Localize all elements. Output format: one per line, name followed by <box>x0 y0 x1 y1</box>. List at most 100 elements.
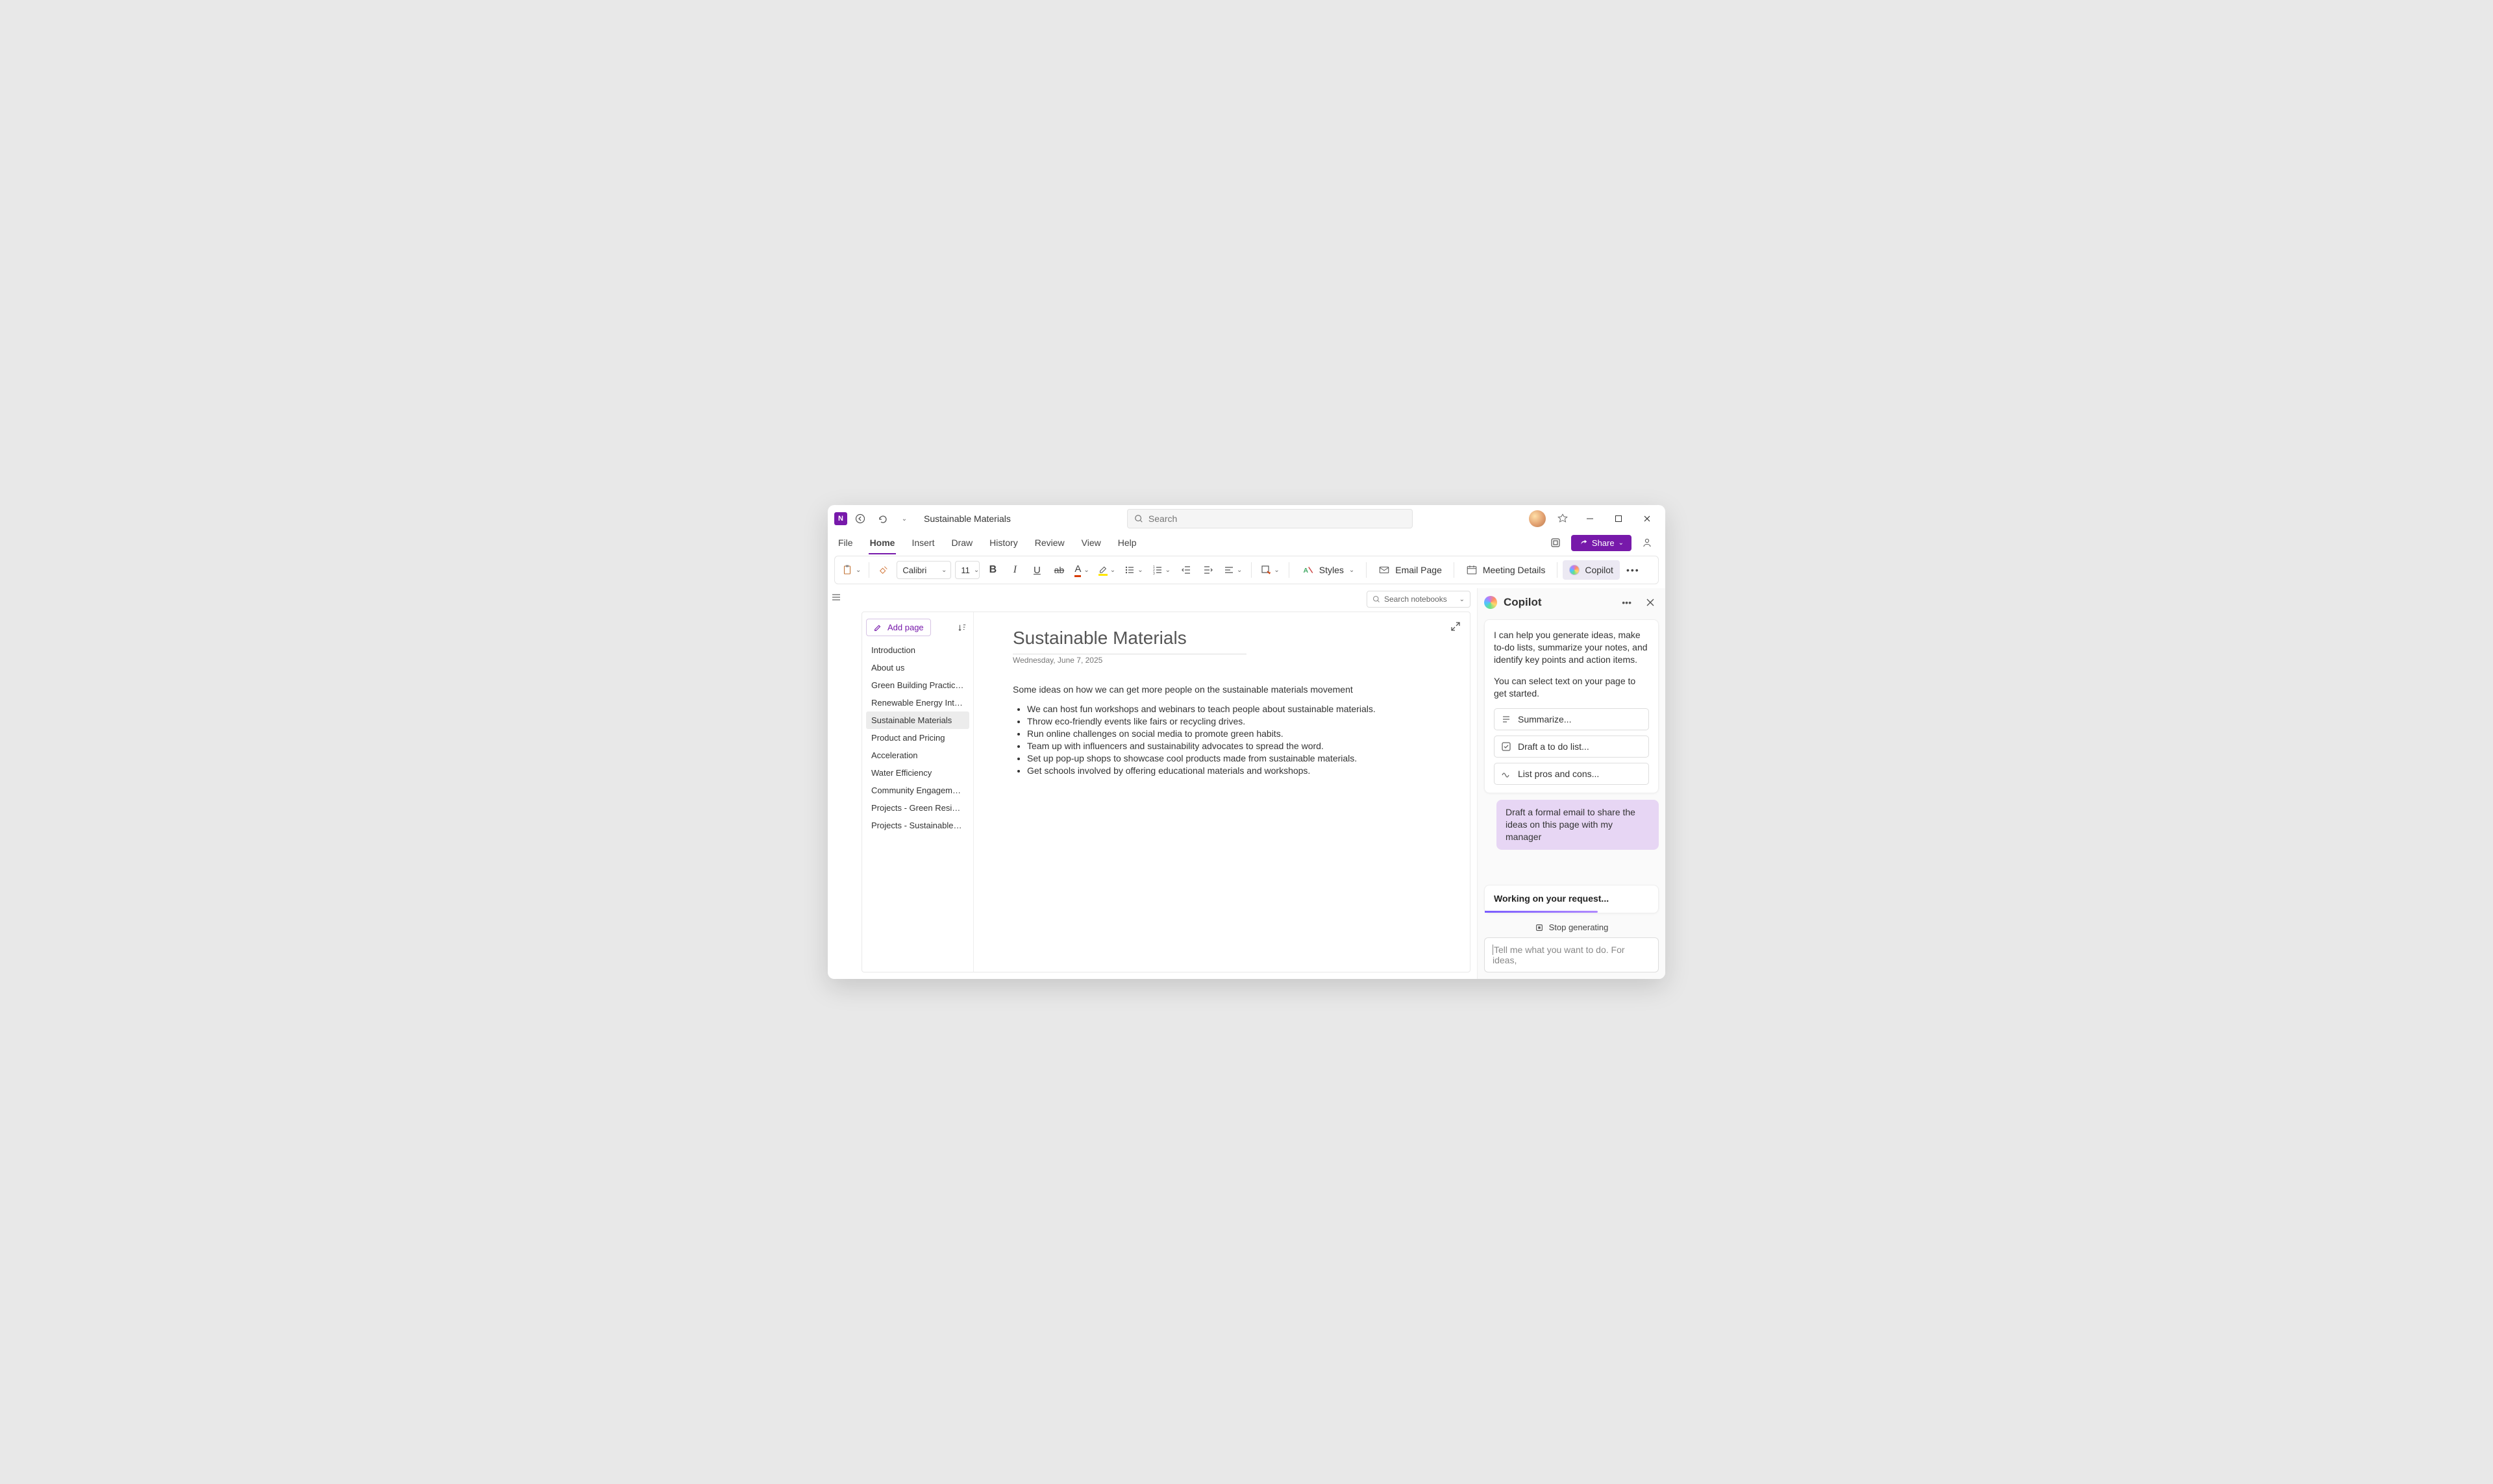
stop-icon <box>1535 923 1544 932</box>
numbering-button[interactable]: 123⌄ <box>1150 560 1173 580</box>
copilot-title: Copilot <box>1504 596 1611 609</box>
copilot-working-card: Working on your request... <box>1484 885 1659 913</box>
search-icon <box>1134 514 1143 523</box>
app-window: N ⌄ Sustainable Materials File Home Inse… <box>828 505 1665 979</box>
menu-view[interactable]: View <box>1080 534 1102 554</box>
note-bullet: We can host fun workshops and webinars t… <box>1027 704 1415 714</box>
menu-home[interactable]: Home <box>869 534 897 554</box>
list-icon <box>1501 714 1511 724</box>
page-list-item[interactable]: Renewable Energy Integr… <box>866 694 969 711</box>
menu-draw[interactable]: Draw <box>950 534 974 554</box>
note-bullet: Throw eco-friendly events like fairs or … <box>1027 716 1415 726</box>
global-search[interactable] <box>1127 509 1413 528</box>
undo-button[interactable] <box>873 510 891 528</box>
expand-button[interactable] <box>1450 621 1461 632</box>
font-color-button[interactable]: A⌄ <box>1072 560 1091 580</box>
page-list-item[interactable]: About us <box>866 659 969 676</box>
note-body[interactable]: Some ideas on how we can get more people… <box>1013 684 1415 776</box>
sort-pages-button[interactable] <box>955 621 969 635</box>
search-input[interactable] <box>1148 513 1406 524</box>
highlight-button[interactable]: ⌄ <box>1096 560 1118 580</box>
premium-icon[interactable] <box>1554 510 1572 528</box>
suggestion-todo[interactable]: Draft a to do list... <box>1494 736 1649 758</box>
font-size-select[interactable]: 11⌄ <box>955 561 980 579</box>
menu-file[interactable]: File <box>837 534 854 554</box>
edit-icon <box>873 623 882 632</box>
open-in-app-icon[interactable] <box>1546 534 1565 552</box>
meeting-details-button[interactable]: Meeting Details <box>1459 560 1552 580</box>
indent-button[interactable] <box>1199 560 1217 580</box>
customize-quickaccess[interactable]: ⌄ <box>895 510 913 528</box>
tags-button[interactable]: ⌄ <box>1258 560 1282 580</box>
note-bullet: Get schools involved by offering educati… <box>1027 765 1415 776</box>
paste-button[interactable]: ⌄ <box>839 560 863 580</box>
hamburger-icon <box>831 592 841 602</box>
copilot-logo-icon <box>1484 596 1497 609</box>
search-notebooks-label: Search notebooks <box>1384 595 1447 604</box>
bold-button[interactable]: B <box>984 560 1002 580</box>
styles-button[interactable]: A Styles⌄ <box>1296 560 1361 580</box>
page-list-item[interactable]: Introduction <box>866 641 969 659</box>
page-list-item[interactable]: Projects - Sustainable Mu… <box>866 817 969 834</box>
ribbon-overflow-button[interactable]: ••• <box>1624 560 1643 580</box>
stop-generating-button[interactable]: Stop generating <box>1484 922 1659 932</box>
app-icon: N <box>834 512 847 525</box>
styles-icon: A <box>1302 564 1314 576</box>
title-bar: N ⌄ Sustainable Materials <box>828 505 1665 532</box>
copilot-close-button[interactable] <box>1642 595 1659 610</box>
window-controls <box>1576 509 1661 528</box>
search-notebooks[interactable]: Search notebooks ⌄ <box>1367 591 1470 608</box>
user-avatar[interactable] <box>1529 510 1546 527</box>
page-list-item[interactable]: Acceleration <box>866 747 969 764</box>
page-list-item[interactable]: Sustainable Materials <box>866 711 969 729</box>
working-label: Working on your request... <box>1494 893 1609 904</box>
copilot-icon <box>1569 565 1580 575</box>
user-prompt-bubble: Draft a formal email to share the ideas … <box>1496 800 1659 850</box>
close-button[interactable] <box>1633 509 1661 528</box>
email-page-button[interactable]: Email Page <box>1372 560 1448 580</box>
note-canvas[interactable]: Sustainable Materials Wednesday, June 7,… <box>974 612 1470 972</box>
page-list-item[interactable]: Community Engagement <box>866 782 969 799</box>
account-switcher-icon[interactable] <box>1638 534 1656 552</box>
page-list-item[interactable]: Projects - Green Resident… <box>866 799 969 817</box>
note-title[interactable]: Sustainable Materials <box>1013 628 1246 651</box>
minimize-button[interactable] <box>1576 509 1604 528</box>
page-list-item[interactable]: Green Building Practices <box>866 676 969 694</box>
menu-insert[interactable]: Insert <box>910 534 936 554</box>
page-list-item[interactable]: Product and Pricing <box>866 729 969 747</box>
underline-button[interactable]: U <box>1028 560 1046 580</box>
copilot-intro-card: I can help you generate ideas, make to-d… <box>1484 619 1659 793</box>
menu-help[interactable]: Help <box>1117 534 1138 554</box>
copilot-input[interactable]: Tell me what you want to do. For ideas, <box>1484 937 1659 972</box>
copilot-more-button[interactable]: ••• <box>1618 595 1635 610</box>
suggestion-proscons[interactable]: List pros and cons... <box>1494 763 1649 785</box>
share-icon <box>1579 538 1588 547</box>
page-list-item[interactable]: Water Efficiency <box>866 764 969 782</box>
format-painter-button[interactable] <box>874 560 893 580</box>
progress-bar <box>1485 911 1598 913</box>
menu-review[interactable]: Review <box>1034 534 1066 554</box>
suggestion-summarize[interactable]: Summarize... <box>1494 708 1649 730</box>
maximize-button[interactable] <box>1604 509 1633 528</box>
outdent-button[interactable] <box>1177 560 1195 580</box>
menu-bar: File Home Insert Draw History Review Vie… <box>828 532 1665 554</box>
italic-button[interactable]: I <box>1006 560 1024 580</box>
svg-text:A: A <box>1303 567 1308 575</box>
font-name-select[interactable]: Calibri⌄ <box>897 561 951 579</box>
share-button[interactable]: Share ⌄ <box>1571 535 1631 551</box>
note-bullet: Run online challenges on social media to… <box>1027 728 1415 739</box>
note-bullet: Team up with influencers and sustainabil… <box>1027 741 1415 751</box>
copilot-ribbon-button[interactable]: Copilot <box>1563 560 1620 580</box>
align-button[interactable]: ⌄ <box>1221 560 1245 580</box>
nav-toggle-button[interactable] <box>828 588 845 979</box>
menu-history[interactable]: History <box>988 534 1019 554</box>
wave-icon <box>1501 769 1511 779</box>
strikethrough-button[interactable]: ab <box>1050 560 1068 580</box>
back-button[interactable] <box>851 510 869 528</box>
note-intro: Some ideas on how we can get more people… <box>1013 684 1415 695</box>
bullets-button[interactable]: ⌄ <box>1122 560 1145 580</box>
add-page-button[interactable]: Add page <box>866 619 931 636</box>
copilot-panel: Copilot ••• I can help you generate idea… <box>1477 588 1665 979</box>
copilot-intro-2: You can select text on your page to get … <box>1494 675 1649 700</box>
note-bullet: Set up pop-up shops to showcase cool pro… <box>1027 753 1415 763</box>
